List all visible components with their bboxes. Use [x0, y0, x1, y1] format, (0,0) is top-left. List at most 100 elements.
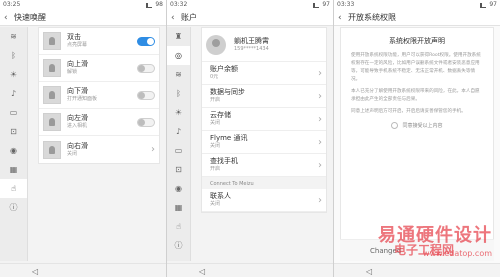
title-bar: ‹ 账户 — [167, 10, 333, 26]
bluetooth-icon[interactable]: ᛒ — [167, 84, 190, 103]
gesture-icon[interactable]: ☝ — [167, 217, 190, 236]
status-time: 03:25 — [3, 1, 21, 8]
back-icon[interactable]: ‹ — [4, 13, 14, 23]
list-item[interactable]: 向左滑 进入相机 — [39, 109, 159, 136]
list-item[interactable]: Flyme 通讯 关闭 › — [202, 131, 326, 154]
item-subtitle: 打开通知面板 — [67, 96, 98, 102]
item-subtitle: 开启 — [210, 97, 221, 103]
item-title: 联系人 — [210, 192, 231, 200]
lock-icon[interactable]: ⊡ — [167, 160, 190, 179]
page-title: 账户 — [181, 13, 197, 22]
declaration-paragraph: 同意上述声明后方可开启，开启后请妥善保管您的手机。 — [351, 109, 466, 114]
item-title: 账户余额 — [210, 65, 238, 73]
list-item[interactable]: 数据与同步 开启 › — [202, 85, 326, 108]
gesture-icon — [43, 32, 61, 50]
page-title: 快速唤醒 — [14, 13, 46, 22]
back-triangle-icon[interactable]: ◁ — [32, 267, 38, 276]
chevron-right-icon: › — [151, 144, 155, 155]
brightness-icon[interactable]: ☀ — [0, 65, 27, 84]
item-title: 数据与同步 — [210, 88, 245, 96]
status-bar: 03:25 98 — [0, 0, 166, 10]
item-subtitle: 关闭 — [210, 120, 221, 126]
account-header[interactable]: 躺机王腾霄 159*****1434 — [202, 28, 326, 62]
item-title: 向右滑 — [67, 141, 88, 150]
agree-radio[interactable] — [391, 122, 399, 129]
item-title: 向左滑 — [67, 114, 88, 122]
signal-icon — [146, 2, 153, 8]
wifi-icon[interactable]: ≋ — [0, 27, 27, 46]
chevron-right-icon: › — [318, 113, 322, 125]
battery-level: 97 — [322, 1, 330, 8]
apps-icon[interactable]: ▦ — [167, 198, 190, 217]
gesture-icon — [43, 59, 61, 77]
agree-label: 同意接受以上内容 — [402, 123, 443, 129]
brightness-icon[interactable]: ☀ — [167, 103, 190, 122]
item-subtitle: 开启 — [210, 166, 221, 172]
page-title: 开放系统权限 — [348, 13, 396, 22]
watermark: 易通硬件设计 电子工程网 www.edatop.com — [354, 221, 494, 261]
gesture-icon — [43, 113, 61, 131]
chevron-right-icon: › — [318, 67, 322, 79]
battery-level: 98 — [155, 1, 163, 8]
nav-bar: ◁ — [0, 263, 166, 277]
list-item[interactable]: 联系人 关闭 › — [202, 189, 326, 212]
back-icon[interactable]: ‹ — [171, 13, 181, 23]
location-icon[interactable]: ◉ — [0, 141, 27, 160]
toggle-switch[interactable] — [137, 36, 155, 46]
list-item[interactable]: 向上滑 解锁 — [39, 55, 159, 82]
lock-icon[interactable]: ⊡ — [0, 122, 27, 141]
item-title: 向下滑 — [67, 87, 88, 95]
gesture-icon[interactable]: ☝ — [0, 179, 27, 198]
item-subtitle: 0元 — [210, 74, 219, 80]
sound-icon[interactable]: ♪ — [0, 84, 27, 103]
info-icon[interactable]: ⓘ — [0, 198, 27, 217]
account-name: 躺机王腾霄 — [234, 36, 269, 45]
account-id: 159*****1434 — [234, 45, 269, 52]
item-subtitle: 进入相机 — [67, 123, 88, 129]
shirt-icon[interactable]: ♜ — [167, 27, 190, 46]
status-bar: 03:32 97 — [167, 0, 333, 10]
item-title: 向上滑 — [67, 60, 88, 68]
sound-icon[interactable]: ♪ — [167, 122, 190, 141]
item-title: 云存储 — [210, 111, 231, 119]
back-triangle-icon[interactable]: ◁ — [366, 267, 372, 276]
list-item[interactable]: 双击 点亮屏幕 — [39, 28, 159, 55]
status-time: 03:32 — [170, 1, 188, 8]
list-item[interactable]: 向下滑 打开通知面板 — [39, 82, 159, 109]
agree-option[interactable]: 同意接受以上内容 — [351, 122, 483, 129]
item-subtitle: 解锁 — [67, 69, 78, 75]
location-icon[interactable]: ◉ — [167, 179, 190, 198]
list-item[interactable]: 查找手机 开启 › — [202, 154, 326, 177]
toggle-switch[interactable] — [137, 90, 155, 100]
declaration-title: 系统权限开放声明 — [389, 37, 445, 45]
battery-icon[interactable]: ▭ — [167, 141, 190, 160]
list-item[interactable]: 账户余额 0元 › — [202, 62, 326, 85]
gesture-icon — [43, 140, 61, 159]
signal-icon — [313, 2, 320, 8]
signal-icon — [480, 2, 487, 8]
declaration-paragraph: 本人已充分了解使用开放系统权限带来的风险，在此，本人自愿承担由此产生的全部责任与… — [351, 89, 480, 102]
nav-bar: ◁ — [167, 263, 333, 277]
info-icon[interactable]: ⓘ — [167, 236, 190, 255]
chevron-right-icon: › — [318, 159, 322, 171]
declaration-paragraph: 使用开放系统权限功能，用户可以获得Root权限。使用开放系统权限存在一定的风险，… — [351, 53, 481, 82]
chevron-right-icon: › — [318, 90, 322, 102]
item-subtitle: 关闭 — [210, 143, 221, 149]
item-subtitle: 点亮屏幕 — [67, 42, 88, 48]
item-subtitle: 关闭 — [67, 150, 78, 157]
item-title: 查找手机 — [210, 157, 238, 165]
list-item[interactable]: 向右滑 关闭 › — [39, 136, 159, 163]
bluetooth-icon[interactable]: ᛒ — [0, 46, 27, 65]
wifi-icon[interactable]: ≋ — [167, 65, 190, 84]
account-icon[interactable]: ◎ — [167, 46, 190, 65]
back-icon[interactable]: ‹ — [338, 13, 348, 23]
item-title: Flyme 通讯 — [210, 134, 248, 142]
settings-rail: ♜ ◎ ≋ ᛒ ☀ ♪ ▭ ⊡ ◉ ▦ ☝ ⓘ — [167, 27, 191, 261]
back-triangle-icon[interactable]: ◁ — [199, 267, 205, 276]
toggle-switch[interactable] — [137, 117, 155, 127]
list-item[interactable]: 云存储 关闭 › — [202, 108, 326, 131]
apps-icon[interactable]: ▦ — [0, 160, 27, 179]
battery-icon[interactable]: ▭ — [0, 103, 27, 122]
chevron-right-icon: › — [318, 194, 322, 206]
toggle-switch[interactable] — [137, 63, 155, 73]
